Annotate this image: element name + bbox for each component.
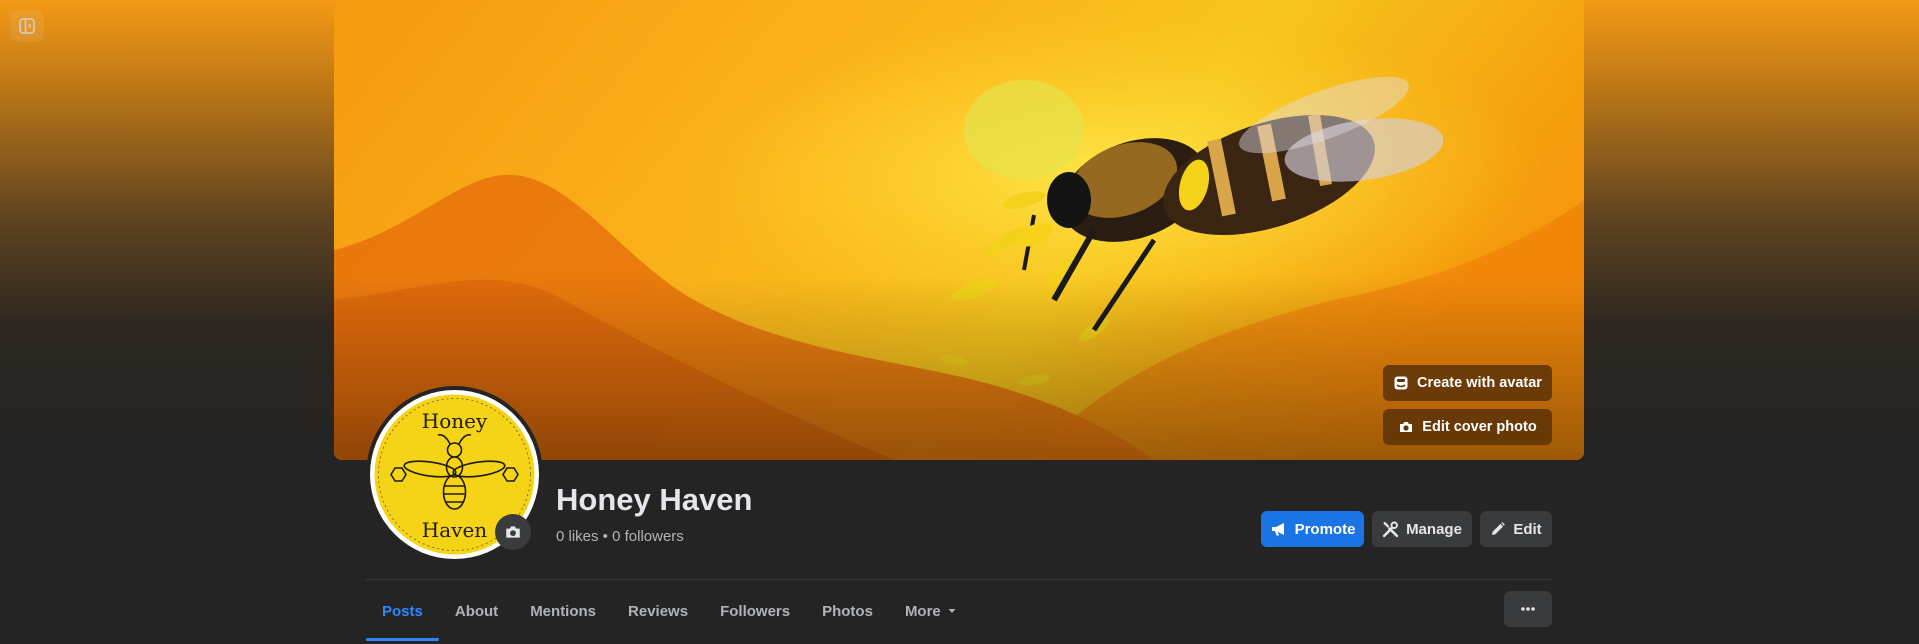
tab-photos[interactable]: Photos [806,581,889,641]
header-divider [366,579,1552,580]
tab-mentions[interactable]: Mentions [514,581,612,641]
page-stats[interactable]: 0 likes • 0 followers [556,528,684,545]
tab-mentions-label: Mentions [530,602,597,620]
create-with-avatar-label: Create with avatar [1417,375,1542,391]
tab-reviews-label: Reviews [628,602,689,620]
tab-about[interactable]: About [439,581,514,641]
more-options-button[interactable] [1504,591,1552,627]
tab-reviews[interactable]: Reviews [612,581,704,641]
avatar-sticker-icon [1394,376,1408,390]
manage-button[interactable]: Manage [1372,511,1472,547]
ellipsis-icon [1521,607,1535,611]
tab-more-label: More [904,602,941,620]
camera-icon [1400,422,1413,432]
edit-cover-photo-button[interactable]: Edit cover photo [1383,409,1552,445]
tab-photos-label: Photos [822,602,873,620]
panel-toggle-icon [19,18,35,34]
tab-posts-label: Posts [382,602,423,620]
tab-followers-label: Followers [720,602,791,620]
logo-text-bottom: Haven [422,518,488,542]
update-profile-picture-button[interactable] [495,514,531,550]
edit-page-button[interactable]: Edit [1480,511,1552,547]
manage-label: Manage [1406,520,1462,538]
caret-down-icon [948,609,956,613]
pencil-icon [1492,522,1506,535]
promote-label: Promote [1294,520,1356,538]
edit-cover-photo-label: Edit cover photo [1422,419,1537,435]
page-tabs: Posts About Mentions Reviews Followers P… [366,581,973,641]
tab-followers[interactable]: Followers [704,581,806,641]
camera-icon [506,526,520,538]
page-title: Honey Haven [556,482,753,517]
megaphone-icon [1271,523,1284,536]
tools-icon [1382,521,1399,537]
logo-text-top: Honey [422,409,488,433]
create-with-avatar-button[interactable]: Create with avatar [1383,365,1552,401]
tab-about-label: About [454,602,499,620]
promote-button[interactable]: Promote [1261,511,1364,547]
panel-toggle-button[interactable] [10,10,44,42]
tab-posts[interactable]: Posts [366,581,439,641]
tab-more[interactable]: More [889,581,973,641]
edit-label: Edit [1513,520,1542,538]
